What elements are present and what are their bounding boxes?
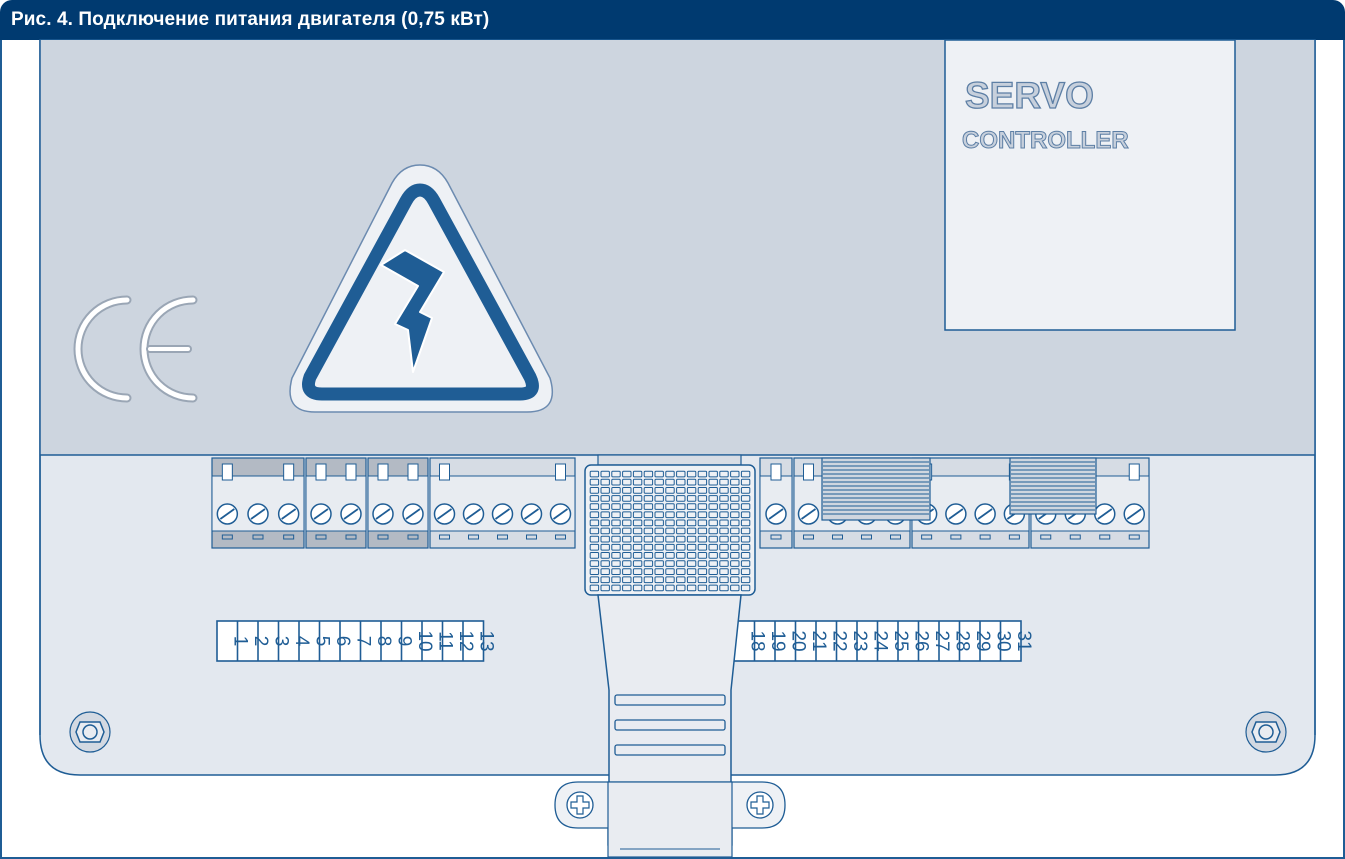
terminal-number: 26 [910, 630, 931, 651]
terminal-number: 1 [229, 636, 250, 647]
terminal-number: 25 [890, 630, 911, 651]
terminal-number: 2 [250, 636, 271, 647]
terminal-number: 19 [767, 630, 788, 651]
terminal-number: 12 [455, 630, 476, 651]
terminal-screw-icon [340, 503, 362, 525]
terminal-number: 8 [373, 636, 394, 647]
diagram-canvas: SERVO CONTROLLER 1 2 3 4 5 6 7 8 9 10 11 12 13 18 19 20… [0, 39, 1345, 859]
terminal-number-group-left: 1 2 3 4 5 6 7 8 9 10 11 12 13 [216, 620, 496, 662]
terminal-number: 28 [951, 630, 972, 651]
controller-label-plate: SERVO CONTROLLER [944, 39, 1236, 331]
terminal-screw-icon [549, 503, 572, 525]
terminal-number: 30 [992, 630, 1013, 651]
terminal-screw-icon [520, 503, 543, 525]
terminal-screw-icon [765, 503, 787, 525]
terminal-screw-icon [491, 503, 514, 525]
cable-clamp [554, 781, 786, 858]
terminal-number: 22 [828, 630, 849, 651]
terminal-screw-icon [974, 503, 996, 525]
clamp-screw-left-icon [566, 791, 594, 819]
terminal-screw-icon [310, 503, 332, 525]
terminal-number: 5 [311, 636, 332, 647]
terminal-block [429, 457, 576, 549]
terminal-number: 13 [475, 630, 496, 651]
terminal-number: 24 [869, 630, 890, 652]
terminal-number: 27 [931, 630, 952, 651]
terminal-screw-icon [247, 503, 269, 525]
threaded-nut-2 [1009, 457, 1097, 515]
terminal-screw-icon [1123, 503, 1145, 525]
terminal-number: 18 [746, 630, 767, 651]
motor-connector-plug [584, 454, 756, 787]
terminal-block [305, 457, 367, 549]
terminal-number: 6 [332, 636, 353, 647]
label-servo: SERVO [965, 75, 1094, 116]
terminal-screw-icon [402, 503, 424, 525]
terminal-number: 11 [434, 631, 455, 651]
terminal-number: 7 [352, 636, 373, 647]
terminal-screw-icon [1094, 503, 1116, 525]
terminal-number: 23 [849, 630, 870, 651]
terminal-block [211, 457, 305, 549]
terminal-block [759, 457, 793, 549]
terminal-block [367, 457, 429, 549]
terminal-number: 9 [393, 636, 414, 647]
terminal-number: 21 [808, 630, 829, 651]
terminal-number: 10 [414, 630, 435, 651]
clamp-screw-right-icon [746, 791, 774, 819]
terminal-number-group-right: 18 19 20 21 22 23 24 25 26 27 28 29 30 31 [733, 620, 1034, 662]
terminal-screw-icon [433, 503, 456, 525]
terminal-number: 31 [1013, 630, 1034, 651]
terminal-number: 29 [972, 630, 993, 651]
terminal-screw-icon [462, 503, 485, 525]
label-controller: CONTROLLER [962, 127, 1129, 154]
terminal-number: 3 [270, 636, 291, 647]
connector-body [597, 594, 742, 787]
terminal-screw-icon [216, 503, 239, 525]
terminal-number: 4 [291, 636, 312, 647]
threaded-nut-1 [821, 457, 931, 521]
mounting-nut-right-icon [1245, 711, 1287, 753]
terminal-screw-icon [945, 503, 967, 525]
mounting-nut-left-icon [69, 711, 111, 753]
terminal-screw-icon [277, 503, 300, 525]
terminal-number: 20 [787, 630, 808, 651]
terminal-screw-icon [372, 503, 394, 525]
figure-frame: Рис. 4. Подключение питания двигателя (0… [0, 0, 1345, 859]
terminal-screw-icon [797, 503, 820, 525]
